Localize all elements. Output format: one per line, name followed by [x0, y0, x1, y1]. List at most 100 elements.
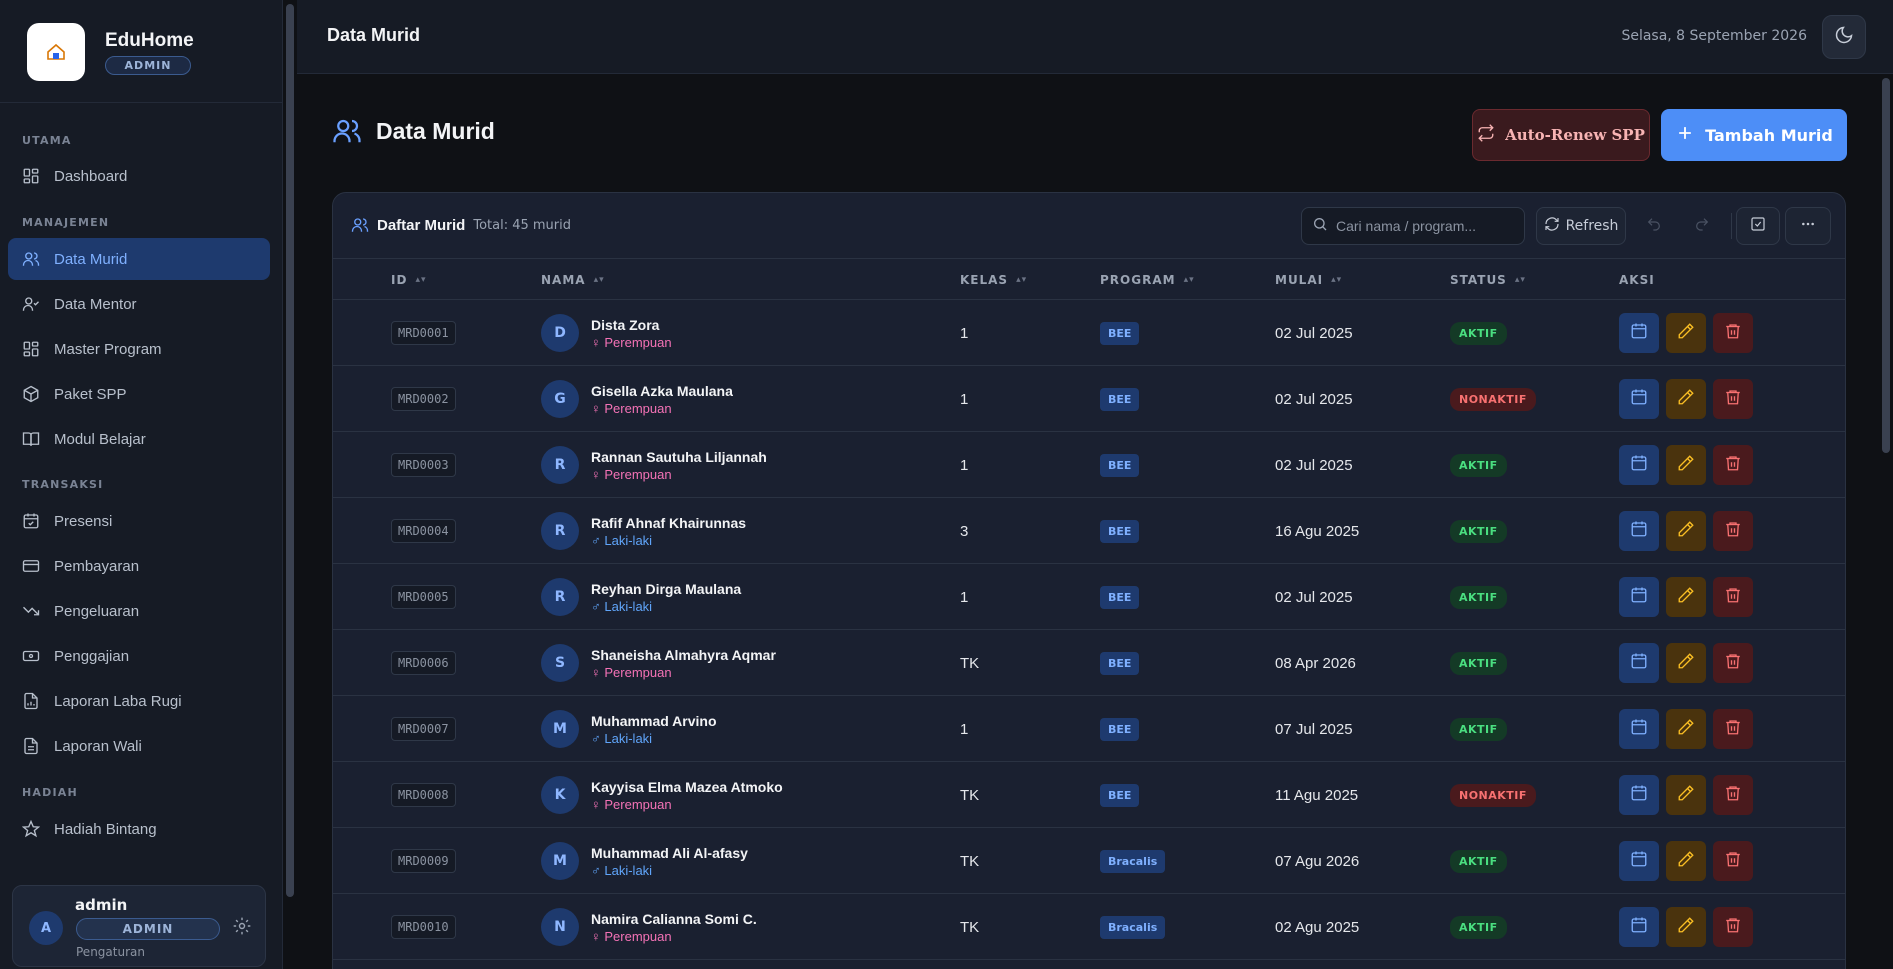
start-date: 11 Agu 2025: [1275, 786, 1359, 804]
brand[interactable]: EduHome ADMIN: [27, 23, 194, 81]
table-row[interactable]: MRD0009 M Muhammad Ali Al-afasy ♂ Laki-l…: [333, 828, 1845, 894]
sidebar-item-modul-belajar[interactable]: Modul Belajar: [8, 418, 270, 460]
trash-icon: [1724, 652, 1742, 674]
schedule-button[interactable]: [1619, 577, 1659, 617]
sidebar-item-penggajian[interactable]: Penggajian: [8, 635, 270, 677]
edit-button[interactable]: [1666, 841, 1706, 881]
sidebar-item-pembayaran[interactable]: Pembayaran: [8, 545, 270, 587]
search-field[interactable]: [1301, 207, 1525, 245]
calendar-icon: [1630, 784, 1648, 806]
table-row[interactable]: MRD0003 R Rannan Sautuha Liljannah ♀ Per…: [333, 432, 1845, 498]
delete-button[interactable]: [1713, 511, 1753, 551]
schedule-button[interactable]: [1619, 841, 1659, 881]
calendar-icon: [1630, 652, 1648, 674]
student-name: Gisella Azka Maulana: [591, 382, 733, 399]
theme-toggle-button[interactable]: [1822, 15, 1866, 59]
column-header-status[interactable]: STATUS ▴▾: [1450, 273, 1526, 287]
edit-button[interactable]: [1666, 379, 1706, 419]
table-body: MRD0001 D Dista Zora ♀ Perempuan 1 BEE 0…: [333, 300, 1845, 960]
column-header-program[interactable]: PROGRAM ▴▾: [1100, 273, 1195, 287]
refresh-button[interactable]: Refresh: [1536, 207, 1626, 245]
edit-button[interactable]: [1666, 445, 1706, 485]
edit-button[interactable]: [1666, 313, 1706, 353]
delete-button[interactable]: [1713, 775, 1753, 815]
search-input[interactable]: [1336, 218, 1516, 234]
sidebar-item-laporan-laba-rugi[interactable]: Laporan Laba Rugi: [8, 680, 270, 722]
student-name: Rannan Sautuha Liljannah: [591, 448, 767, 465]
schedule-button[interactable]: [1619, 775, 1659, 815]
sidebar-item-master-program[interactable]: Master Program: [8, 328, 270, 370]
student-class: TK: [960, 786, 980, 804]
edit-button[interactable]: [1666, 577, 1706, 617]
more-horizontal-icon: [1800, 216, 1816, 236]
user-name: admin: [75, 896, 128, 914]
column-header-kelas[interactable]: KELAS ▴▾: [960, 273, 1027, 287]
sidebar-item-label: Hadiah Bintang: [54, 820, 157, 838]
student-gender: ♀ Perempuan: [591, 334, 672, 350]
edit-button[interactable]: [1666, 643, 1706, 683]
main-scrollbar[interactable]: [1879, 74, 1893, 969]
table-row[interactable]: MRD0005 R Reyhan Dirga Maulana ♂ Laki-la…: [333, 564, 1845, 630]
delete-button[interactable]: [1713, 445, 1753, 485]
column-header-id[interactable]: ID ▴▾: [391, 273, 426, 287]
avatar: M: [541, 842, 579, 880]
add-student-button[interactable]: Tambah Murid: [1661, 109, 1847, 161]
auto-renew-spp-button[interactable]: Auto-Renew SPP: [1472, 109, 1650, 161]
card-title: Daftar Murid: [377, 216, 466, 234]
settings-label[interactable]: Pengaturan: [76, 945, 145, 959]
page-heading: Data Murid: [376, 117, 495, 144]
edit-button[interactable]: [1666, 511, 1706, 551]
sort-icon: ▴▾: [1016, 274, 1028, 285]
select-mode-button[interactable]: [1736, 207, 1780, 245]
sidebar-item-pengeluaran[interactable]: Pengeluaran: [8, 590, 270, 632]
avatar: M: [541, 710, 579, 748]
sidebar-item-paket-spp[interactable]: Paket SPP: [8, 373, 270, 415]
column-header-nama[interactable]: NAMA ▴▾: [541, 273, 605, 287]
schedule-button[interactable]: [1619, 907, 1659, 947]
table-row[interactable]: MRD0010 N Namira Calianna Somi C. ♀ Pere…: [333, 894, 1845, 960]
table-row[interactable]: MRD0008 K Kayyisa Elma Mazea Atmoko ♀ Pe…: [333, 762, 1845, 828]
edit-button[interactable]: [1666, 709, 1706, 749]
sidebar-item-presensi[interactable]: Presensi: [8, 500, 270, 542]
table-row[interactable]: MRD0004 R Rafif Ahnaf Khairunnas ♂ Laki-…: [333, 498, 1845, 564]
redo-button[interactable]: [1680, 207, 1724, 245]
student-name: Namira Calianna Somi C.: [591, 910, 757, 927]
column-header-mulai[interactable]: MULAI ▴▾: [1275, 273, 1342, 287]
table-row[interactable]: MRD0001 D Dista Zora ♀ Perempuan 1 BEE 0…: [333, 300, 1845, 366]
undo-button[interactable]: [1632, 207, 1676, 245]
schedule-button[interactable]: [1619, 709, 1659, 749]
pencil-icon: [1677, 520, 1695, 542]
schedule-button[interactable]: [1619, 313, 1659, 353]
delete-button[interactable]: [1713, 313, 1753, 353]
gear-icon[interactable]: [232, 916, 252, 936]
sidebar-scrollbar[interactable]: [284, 0, 296, 969]
delete-button[interactable]: [1713, 841, 1753, 881]
schedule-button[interactable]: [1619, 379, 1659, 419]
gender-icon: ♂: [591, 532, 601, 548]
table-row[interactable]: MRD0006 S Shaneisha Almahyra Aqmar ♀ Per…: [333, 630, 1845, 696]
delete-button[interactable]: [1713, 643, 1753, 683]
delete-button[interactable]: [1713, 379, 1753, 419]
schedule-button[interactable]: [1619, 511, 1659, 551]
sidebar-item-data-murid[interactable]: Data Murid: [8, 238, 270, 280]
sidebar-item-dashboard[interactable]: Dashboard: [8, 155, 270, 197]
sidebar-item-data-mentor[interactable]: Data Mentor: [8, 283, 270, 325]
sort-icon: ▴▾: [415, 274, 427, 285]
more-options-button[interactable]: [1785, 207, 1831, 245]
user-card[interactable]: A admin ADMIN Pengaturan: [12, 885, 266, 967]
student-class: 1: [960, 720, 969, 738]
table-row[interactable]: MRD0007 M Muhammad Arvino ♂ Laki-laki 1 …: [333, 696, 1845, 762]
delete-button[interactable]: [1713, 577, 1753, 617]
edit-button[interactable]: [1666, 907, 1706, 947]
schedule-button[interactable]: [1619, 643, 1659, 683]
sidebar-item-hadiah-bintang[interactable]: Hadiah Bintang: [8, 808, 270, 850]
sidebar-item-laporan-wali[interactable]: Laporan Wali: [8, 725, 270, 767]
program-badge: BEE: [1100, 519, 1140, 543]
edit-button[interactable]: [1666, 775, 1706, 815]
delete-button[interactable]: [1713, 709, 1753, 749]
topbar: Data Murid Selasa, 8 September 2026: [297, 0, 1893, 74]
delete-button[interactable]: [1713, 907, 1753, 947]
table-row[interactable]: MRD0002 G Gisella Azka Maulana ♀ Perempu…: [333, 366, 1845, 432]
pencil-icon: [1677, 454, 1695, 476]
schedule-button[interactable]: [1619, 445, 1659, 485]
